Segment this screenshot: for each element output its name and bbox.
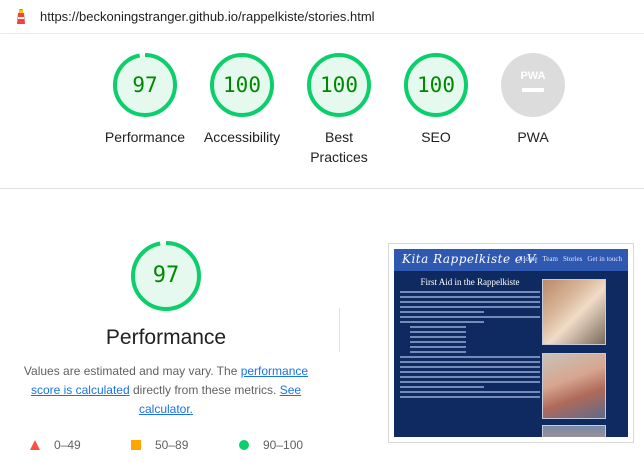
legend-range: 50–89 (155, 438, 189, 452)
text-line (400, 301, 540, 303)
vertical-divider (339, 308, 340, 352)
thumb-article-title: First Aid in the Rappelkiste (420, 277, 520, 287)
legend-average: 50–89 (131, 438, 188, 452)
gauge-best-practices[interactable]: 100 Best Practices (289, 52, 389, 167)
text-line (400, 366, 540, 368)
score-value: 100 (320, 73, 358, 97)
text-line (400, 321, 484, 323)
bullet-line (410, 341, 466, 343)
performance-description: Values are estimated and may vary. The p… (20, 362, 312, 419)
gauge-pwa[interactable]: PWA PWA (483, 52, 583, 147)
final-screenshot[interactable]: Kita Rappelkiste e.V. Home Team Stories Get… (388, 243, 634, 443)
gauge-label: Best Practices (310, 129, 368, 165)
thumb-nav-links: Home Team Stories Get in touch (515, 255, 622, 263)
screenshot-content: Kita Rappelkiste e.V. Home Team Stories Get… (394, 249, 628, 437)
page-url: https://beckoningstranger.github.io/rapp… (40, 9, 375, 24)
triangle-icon (30, 440, 40, 450)
score-legend: 0–49 50–89 90–100 (0, 438, 340, 456)
text-line (400, 396, 540, 398)
text-line (400, 376, 540, 378)
text-line (400, 311, 484, 313)
score-gauges: 97 Performance 100 Accessibility 100 Bes… (0, 40, 644, 180)
thumb-photo (542, 353, 606, 419)
circle-icon (239, 440, 249, 450)
thumb-navbar: Kita Rappelkiste e.V. Home Team Stories Get… (394, 249, 628, 271)
desc-middle: directly from these metrics. (129, 383, 280, 397)
gauge-performance[interactable]: 97 Performance (95, 52, 195, 147)
gauge-label: Accessibility (203, 129, 281, 145)
thumb-article: First Aid in the Rappelkiste (400, 277, 540, 437)
score-value: 100 (223, 73, 261, 97)
text-line (400, 386, 484, 388)
pwa-badge: PWA (500, 52, 566, 118)
text-line (400, 291, 540, 293)
gauge-label: Performance (104, 129, 186, 145)
legend-fail: 0–49 (30, 438, 81, 452)
desc-prefix: Values are estimated and may vary. The (23, 364, 241, 378)
bullet-line (410, 326, 466, 328)
thumb-photo (542, 279, 606, 345)
score-ring: 100 (403, 52, 469, 118)
section-divider (0, 188, 644, 189)
thumb-nav-item: Get in touch (587, 255, 622, 263)
legend-range: 90–100 (263, 438, 304, 452)
gauge-accessibility[interactable]: 100 Accessibility (192, 52, 292, 147)
text-line (400, 361, 540, 363)
score-value: 97 (132, 73, 158, 97)
text-line (400, 391, 540, 393)
thumb-nav-item: Home (520, 255, 538, 263)
thumb-nav-item: Team (542, 255, 558, 263)
text-line (400, 371, 540, 373)
gauge-label: PWA (517, 129, 549, 145)
performance-title: Performance (105, 326, 227, 349)
pwa-badge-text: PWA (520, 70, 545, 82)
thumb-photo (542, 425, 606, 437)
text-line (400, 381, 540, 383)
score-ring: 100 (306, 52, 372, 118)
pwa-icon: PWA (501, 53, 565, 117)
bullet-line (410, 331, 466, 333)
text-line (400, 306, 540, 308)
text-line (400, 296, 540, 298)
legend-range: 0–49 (54, 438, 81, 452)
text-line (400, 356, 540, 358)
bullet-line (410, 336, 466, 338)
bullet-line (410, 346, 466, 348)
performance-score: 97 (152, 263, 180, 288)
gauge-label: SEO (421, 129, 451, 145)
score-value: 100 (417, 73, 455, 97)
bullet-line (410, 351, 466, 353)
url-bar: https://beckoningstranger.github.io/rapp… (0, 0, 644, 34)
lighthouse-icon (14, 8, 28, 26)
square-icon (131, 440, 141, 450)
legend-pass: 90–100 (239, 438, 303, 452)
text-line (400, 316, 540, 318)
thumb-nav-item: Stories (562, 255, 583, 263)
score-ring: 97 (112, 52, 178, 118)
score-ring: 100 (209, 52, 275, 118)
gauge-seo[interactable]: 100 SEO (386, 52, 486, 147)
